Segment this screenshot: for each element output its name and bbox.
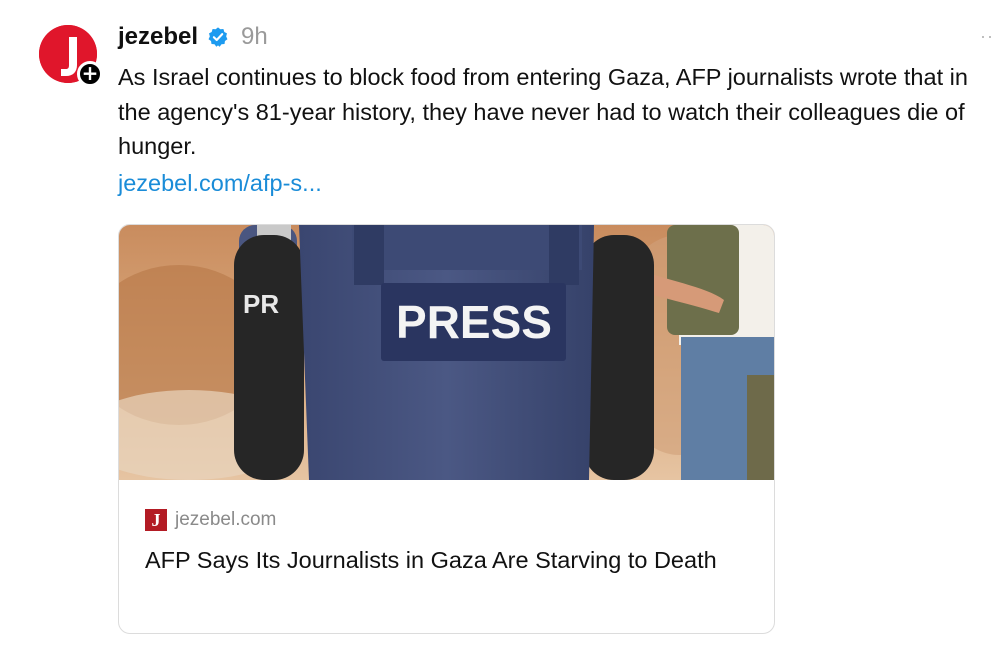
press-patch-text: PRESS <box>396 296 552 348</box>
link-preview-card[interactable]: PRESS PR J jezebel.com AFP Says Its Jour… <box>118 224 775 634</box>
source-domain: jezebel.com <box>175 509 277 530</box>
post-header: jezebel 9h <box>118 20 268 54</box>
more-options-icon[interactable]: ·· <box>980 26 1000 46</box>
jezebel-favicon-icon: J <box>145 509 167 531</box>
thread-post: + jezebel 9h ·· As Israel continues to b… <box>0 0 1000 654</box>
follow-button[interactable]: + <box>77 61 103 87</box>
post-timestamp: 9h <box>241 23 268 50</box>
card-title: AFP Says Its Journalists in Gaza Are Sta… <box>145 547 717 573</box>
post-text: As Israel continues to block food from e… <box>118 64 968 159</box>
post-link[interactable]: jezebel.com/afp-s... <box>118 166 322 200</box>
card-source: J jezebel.com <box>145 509 276 531</box>
press-vest-image: PRESS PR <box>119 225 774 480</box>
username[interactable]: jezebel <box>118 23 198 51</box>
verified-badge-icon <box>208 27 228 47</box>
press-patch-partial-text: PR <box>243 289 279 319</box>
